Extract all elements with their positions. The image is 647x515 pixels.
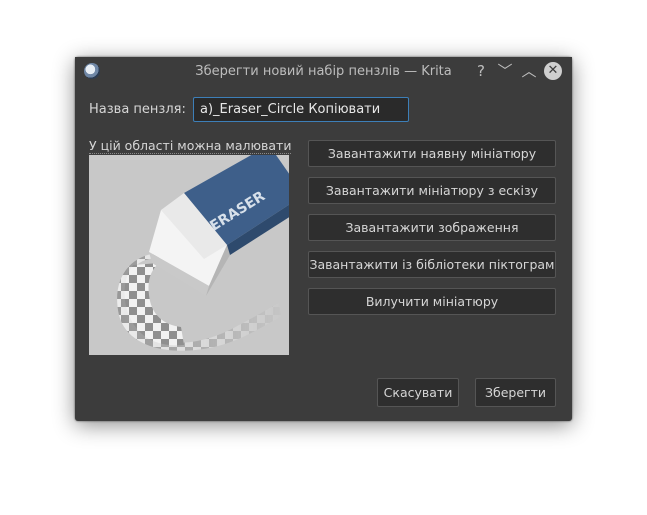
help-icon[interactable]: ? xyxy=(471,61,491,81)
load-scratch-thumbnail-button[interactable]: Завантажити мініатюру з ескізу xyxy=(308,177,556,204)
eraser-thumbnail-image: ERASER xyxy=(89,155,289,355)
drawing-area-label: У цій області можна малювати xyxy=(89,138,292,154)
maximize-icon[interactable]: ︿ xyxy=(519,61,539,81)
cancel-button[interactable]: Скасувати xyxy=(377,378,459,407)
thumbnail-drawing-canvas[interactable]: ERASER xyxy=(89,155,289,355)
title-bar[interactable]: Зберегти новий набір пензлів — Krita ? ﹀… xyxy=(75,57,572,86)
save-button[interactable]: Зберегти xyxy=(475,378,556,407)
load-existing-thumbnail-button[interactable]: Завантажити наявну мініатюру xyxy=(308,140,556,167)
save-brush-dialog: Зберегти новий набір пензлів — Krita ? ﹀… xyxy=(75,57,572,421)
clear-thumbnail-button[interactable]: Вилучити мініатюру xyxy=(308,288,556,315)
load-image-button[interactable]: Завантажити зображення xyxy=(308,214,556,241)
brush-name-label: Назва пензля: xyxy=(89,102,186,117)
load-icon-library-button[interactable]: Завантажити із бібліотеки піктограм xyxy=(308,251,556,278)
brush-name-input[interactable] xyxy=(193,97,409,122)
close-icon[interactable]: ✕ xyxy=(544,62,562,80)
minimize-icon[interactable]: ﹀ xyxy=(495,61,515,81)
